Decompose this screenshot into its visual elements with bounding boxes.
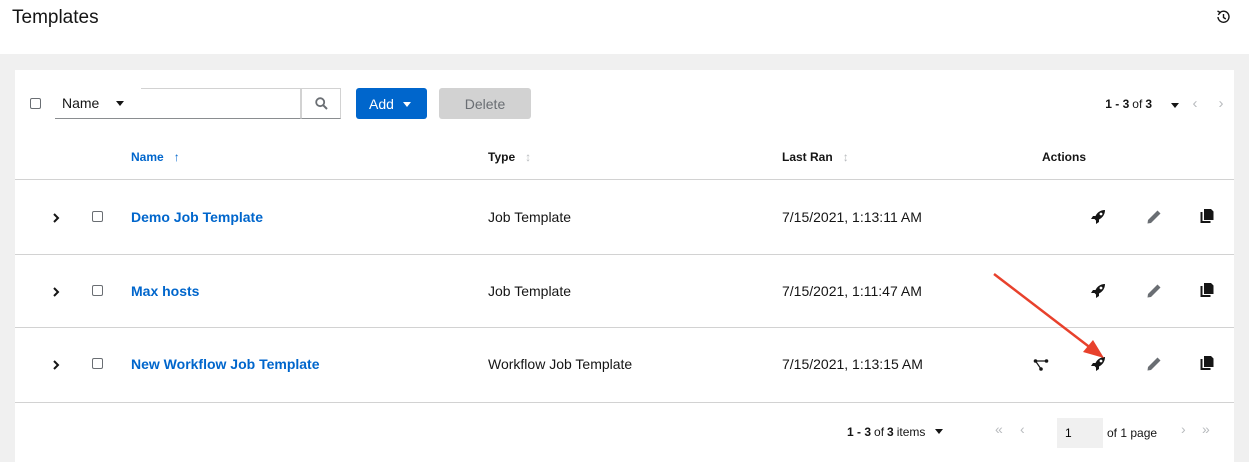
caret-down-icon: [403, 102, 411, 107]
template-last-ran: 7/15/2021, 1:13:11 AM: [782, 209, 922, 225]
template-type: Workflow Job Template: [488, 356, 633, 372]
column-header-actions: Actions: [1042, 150, 1086, 164]
filter-key-select[interactable]: Name: [55, 88, 141, 119]
column-header-name[interactable]: Name ↑: [131, 150, 180, 164]
pagination-total: 3: [1145, 96, 1152, 111]
templates-list-card: Name Add Delete 1 - 3 of 3 ‹ › Name ↑ Ty…: [15, 70, 1234, 462]
template-type: Job Template: [488, 283, 572, 299]
copy-icon[interactable]: [1199, 208, 1215, 224]
pagination-toggle[interactable]: 1 - 3 of 3: [1105, 97, 1182, 111]
rocket-icon[interactable]: [1090, 209, 1106, 225]
add-button[interactable]: Add: [356, 88, 427, 119]
pencil-icon[interactable]: [1146, 209, 1162, 225]
chevron-right-icon[interactable]: [51, 358, 61, 372]
rocket-icon[interactable]: [1090, 356, 1106, 372]
filter-key-label: Name: [62, 95, 100, 111]
search-input[interactable]: [141, 88, 301, 119]
template-type: Job Template: [488, 209, 572, 225]
column-header-last-ran[interactable]: Last Ran ↕: [782, 150, 849, 164]
row-checkbox[interactable]: [92, 285, 103, 296]
pagination-range: 1 - 3: [1105, 96, 1130, 111]
next-page-icon[interactable]: ›: [1208, 95, 1234, 112]
pagination-bottom: 1 - 3 of 3 items « ‹ of 1 page › »: [15, 402, 1234, 462]
column-header-actions-label: Actions: [1042, 150, 1087, 164]
caret-down-icon: [116, 101, 124, 106]
pencil-icon[interactable]: [1146, 356, 1162, 372]
page-count-label: of 1 page: [1107, 426, 1158, 440]
column-header-last-ran-label: Last Ran: [782, 150, 833, 164]
select-all-checkbox[interactable]: [30, 98, 41, 109]
copy-icon[interactable]: [1199, 355, 1215, 371]
add-button-label: Add: [369, 95, 394, 112]
chevron-right-icon[interactable]: [51, 211, 61, 225]
search-button[interactable]: [301, 88, 341, 119]
caret-down-icon: [935, 428, 944, 434]
table-row: New Workflow Job Template Workflow Job T…: [15, 327, 1234, 402]
template-name-link[interactable]: Demo Job Template: [131, 209, 263, 225]
workflow-visualizer-icon[interactable]: [1033, 357, 1049, 373]
page-title: Templates: [12, 7, 99, 28]
table-row: Demo Job Template Job Template 7/15/2021…: [15, 179, 1234, 254]
copy-icon[interactable]: [1199, 282, 1215, 298]
sort-ascending-icon: ↑: [173, 150, 180, 164]
next-page-icon[interactable]: ›: [1181, 421, 1186, 437]
template-last-ran: 7/15/2021, 1:11:47 AM: [782, 283, 922, 299]
row-checkbox[interactable]: [92, 211, 103, 222]
pagination-bottom-toggle[interactable]: 1 - 3 of 3 items: [847, 425, 944, 439]
last-page-icon[interactable]: »: [1202, 421, 1210, 437]
search-icon: [315, 97, 328, 110]
rocket-icon[interactable]: [1090, 283, 1106, 299]
toolbar: Name Add Delete 1 - 3 of 3 ‹ ›: [15, 70, 1234, 136]
page-header: Templates: [0, 0, 1249, 54]
template-last-ran: 7/15/2021, 1:13:15 AM: [782, 356, 923, 372]
pagination-range: 1 - 3: [847, 425, 872, 439]
previous-page-icon[interactable]: ‹: [1182, 95, 1208, 112]
delete-button-label: Delete: [464, 95, 506, 112]
column-header-type-label: Type: [488, 150, 516, 164]
delete-button[interactable]: Delete: [439, 88, 531, 119]
template-name-link[interactable]: Max hosts: [131, 283, 199, 299]
previous-page-icon[interactable]: ‹: [1020, 421, 1025, 437]
first-page-icon[interactable]: «: [995, 421, 1003, 437]
row-checkbox[interactable]: [92, 358, 103, 369]
pagination-of: of: [1132, 96, 1143, 111]
table-row: Max hosts Job Template 7/15/2021, 1:11:4…: [15, 254, 1234, 327]
pagination-items-label: items: [896, 425, 926, 439]
chevron-right-icon[interactable]: [51, 285, 61, 299]
history-icon[interactable]: [1215, 9, 1231, 25]
pagination-top: 1 - 3 of 3 ‹ ›: [1105, 88, 1234, 119]
pagination-of: of: [874, 425, 885, 439]
column-header-name-label: Name: [131, 150, 164, 164]
pencil-icon[interactable]: [1146, 283, 1162, 299]
sort-icon: ↕: [525, 150, 532, 164]
page-number-input[interactable]: [1057, 418, 1103, 448]
pagination-total: 3: [887, 425, 894, 439]
column-header-type[interactable]: Type ↕: [488, 150, 531, 164]
caret-down-icon: [1171, 102, 1180, 108]
sort-icon: ↕: [842, 150, 849, 164]
template-name-link[interactable]: New Workflow Job Template: [131, 356, 320, 372]
